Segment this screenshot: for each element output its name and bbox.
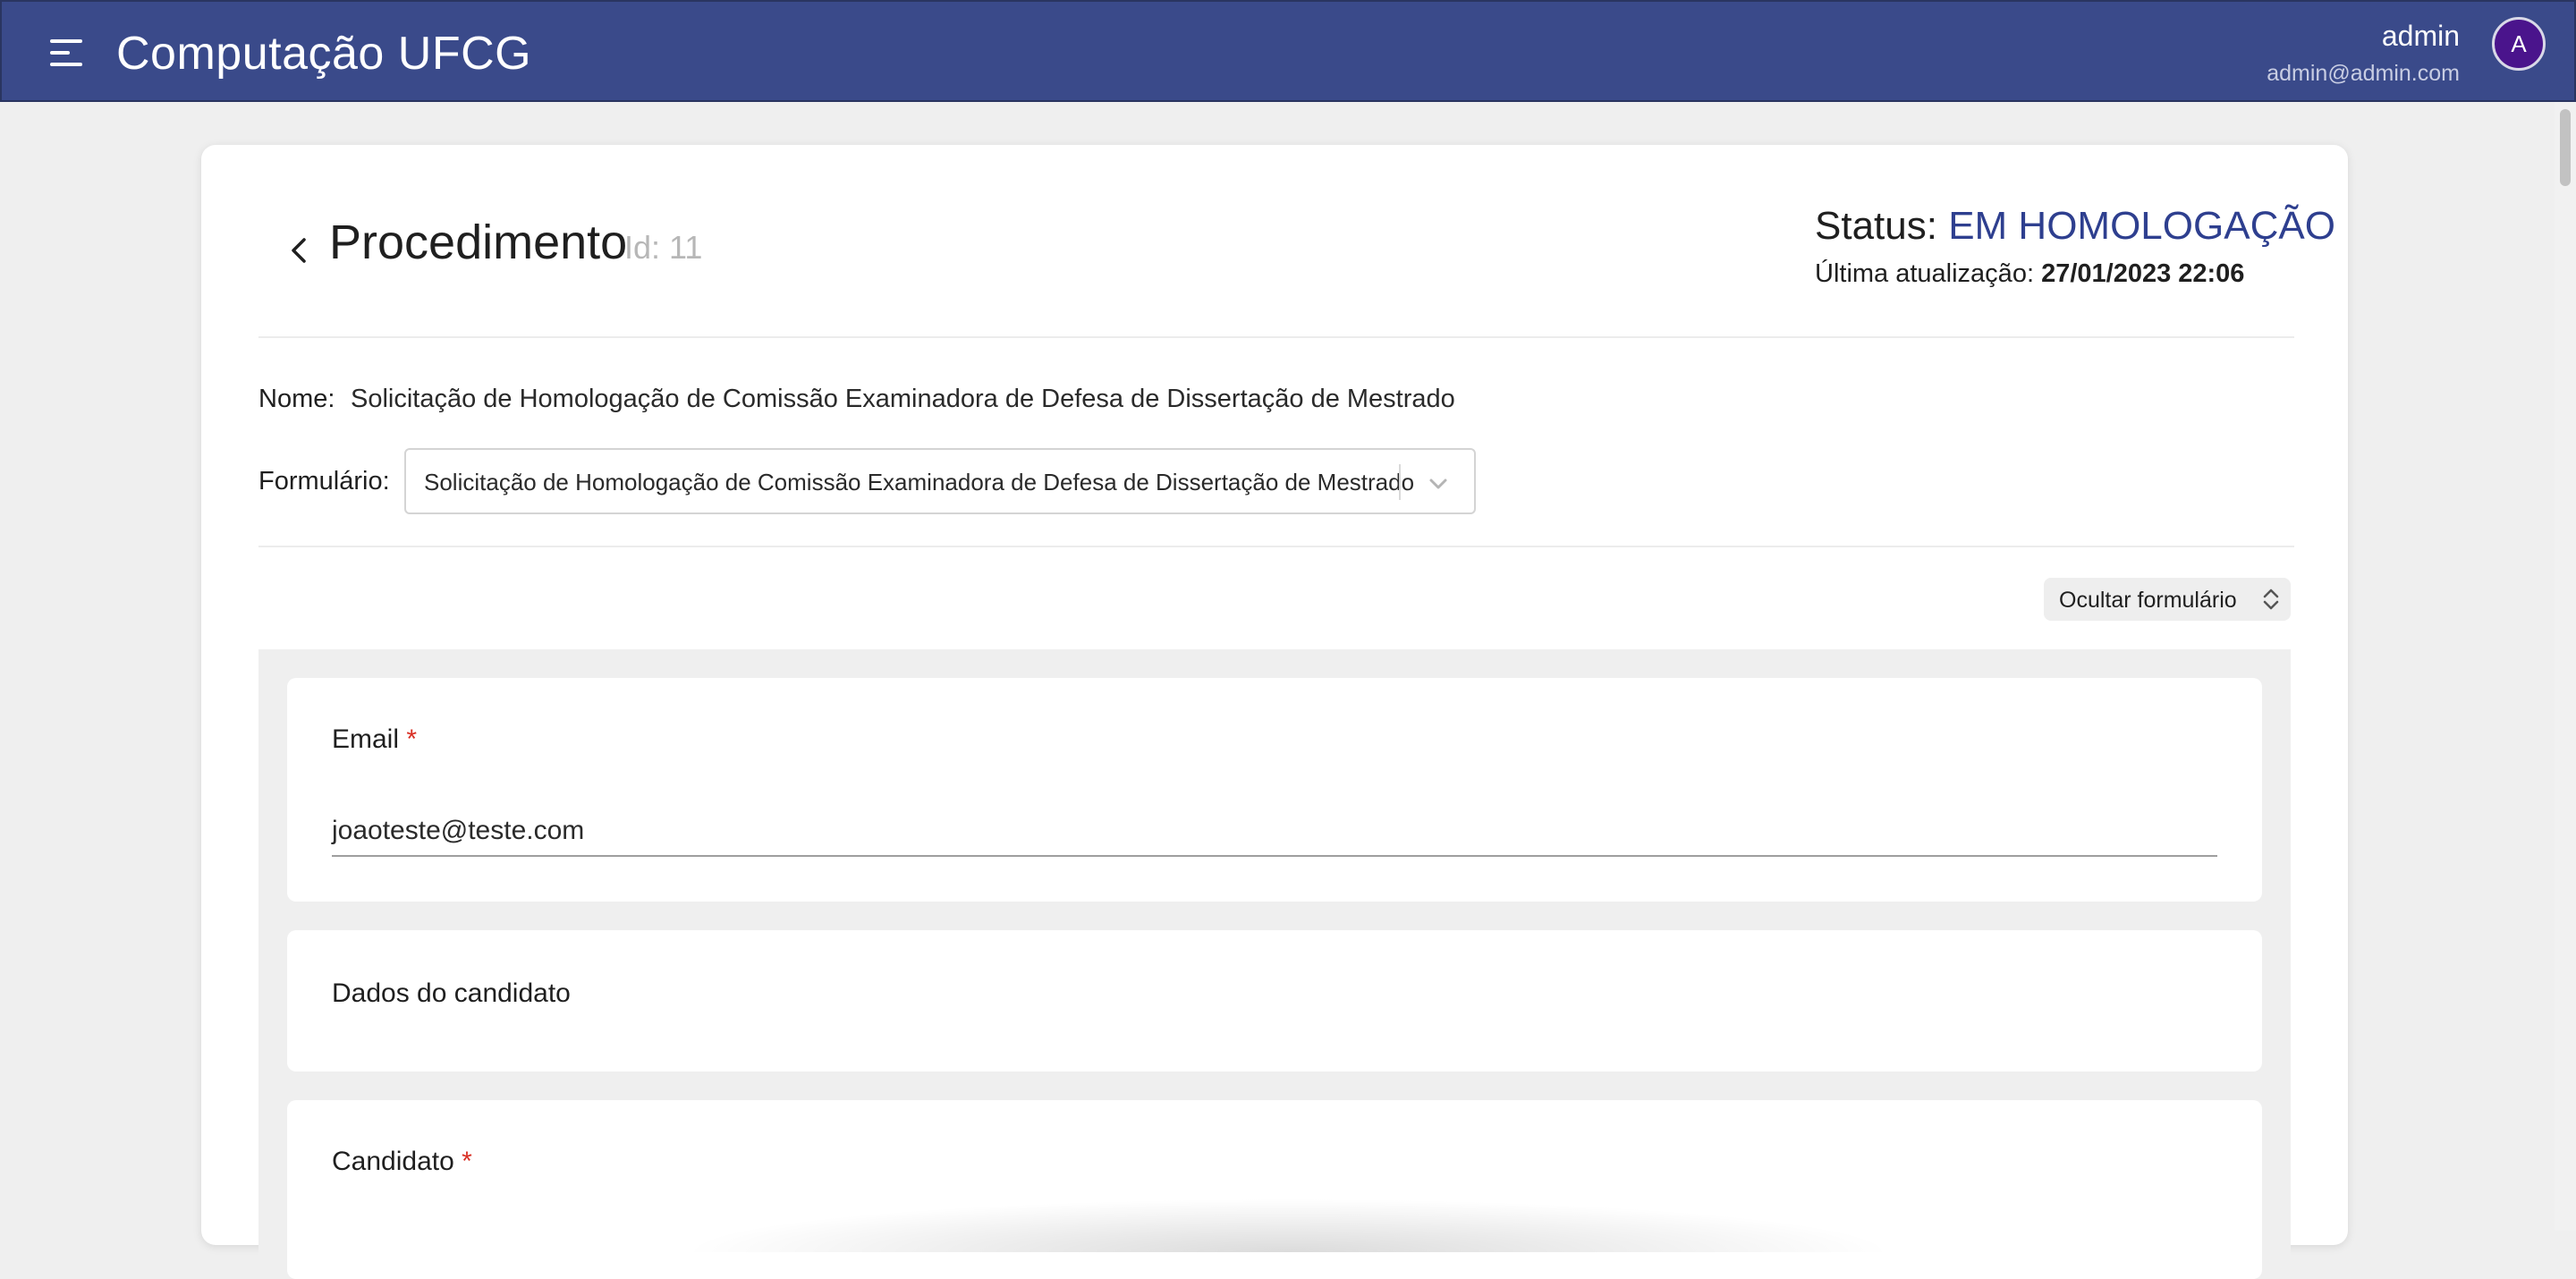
chevron-down-icon[interactable] xyxy=(1426,471,1451,496)
procedure-card: Procedimento Id: 11 Status: EM HOMOLOGAÇ… xyxy=(201,145,2348,1279)
app-title: Computação UFCG xyxy=(116,28,532,80)
user-name: admin xyxy=(2381,20,2460,52)
scrollbar-thumb[interactable] xyxy=(2560,109,2571,186)
hide-form-button[interactable]: Ocultar formulário xyxy=(2044,578,2291,621)
candidato-label: Candidato * xyxy=(332,1147,472,1177)
status-value: EM HOMOLOGAÇÃO xyxy=(1948,204,2335,248)
bottom-shadow xyxy=(680,1199,1896,1252)
page-scrollbar[interactable] xyxy=(2555,102,2576,1231)
candidato-question-card: Candidato * xyxy=(287,1100,2262,1279)
last-update: Última atualização: 27/01/2023 22:06 xyxy=(1815,259,2244,289)
header-divider xyxy=(258,336,2294,338)
last-update-value: 27/01/2023 22:06 xyxy=(2041,259,2245,288)
email-label-text: Email xyxy=(332,724,400,754)
user-email: admin@admin.com xyxy=(2267,61,2460,86)
email-label: Email * xyxy=(332,724,417,755)
page-title: Procedimento xyxy=(329,216,628,269)
top-app-bar: Computação UFCG admin admin@admin.com A xyxy=(0,0,2576,102)
email-question-card: Email * joaoteste@teste.com xyxy=(287,678,2262,902)
required-marker: * xyxy=(406,724,418,754)
procedure-id: Id: 11 xyxy=(624,229,703,266)
avatar[interactable]: A xyxy=(2492,17,2546,71)
status-line: Status: EM HOMOLOGAÇÃO xyxy=(1815,204,2335,249)
formulario-label: Formulário: xyxy=(258,467,390,496)
required-marker: * xyxy=(462,1147,472,1176)
form-area: Email * joaoteste@teste.com Dados do can… xyxy=(258,649,2291,1279)
nome-label: Nome: xyxy=(258,385,335,413)
email-field[interactable]: joaoteste@teste.com xyxy=(332,816,2217,857)
candidato-label-text: Candidato xyxy=(332,1147,454,1176)
collapse-icon xyxy=(2263,589,2279,610)
formulario-select[interactable]: Solicitação de Homologação de Comissão E… xyxy=(404,448,1476,514)
formulario-select-value: Solicitação de Homologação de Comissão E… xyxy=(424,469,1415,496)
details-divider xyxy=(258,546,2294,547)
last-update-label: Última atualização: xyxy=(1815,259,2034,288)
status-label: Status: xyxy=(1815,204,1937,248)
section-card: Dados do candidato xyxy=(287,930,2262,1071)
select-separator xyxy=(1399,464,1401,500)
hide-form-label: Ocultar formulário xyxy=(2059,588,2237,613)
section-title: Dados do candidato xyxy=(332,978,571,1008)
menu-icon[interactable] xyxy=(50,39,82,66)
chevron-left-icon[interactable] xyxy=(282,233,318,268)
nome-value: Solicitação de Homologação de Comissão E… xyxy=(351,385,1455,413)
